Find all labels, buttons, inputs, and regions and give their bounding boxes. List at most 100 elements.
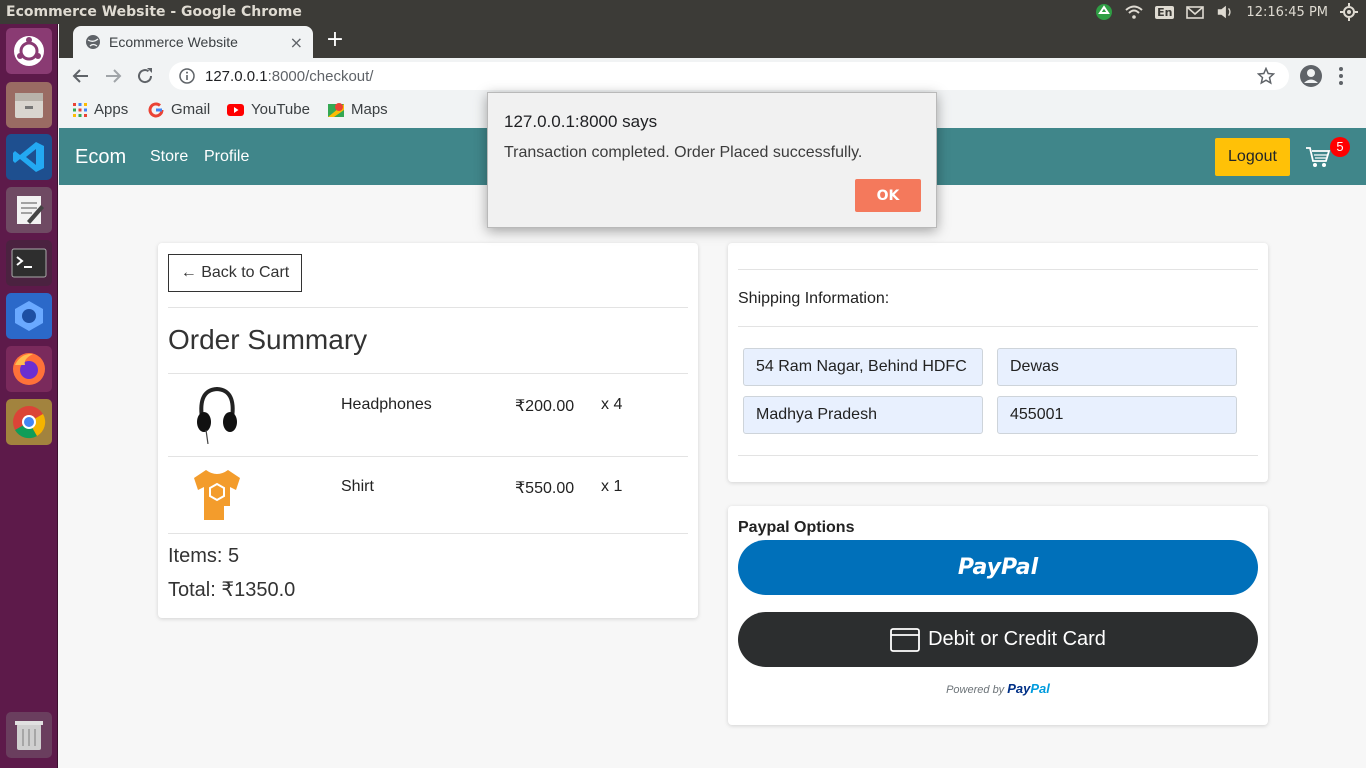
paypal-button-label: PayPal bbox=[957, 555, 1039, 580]
chrome-icon[interactable] bbox=[6, 399, 52, 445]
card-button-label: Debit or Credit Card bbox=[928, 628, 1106, 650]
settings-gear-icon[interactable] bbox=[1340, 3, 1358, 21]
divider bbox=[168, 456, 688, 457]
item-name: Shirt bbox=[341, 478, 374, 495]
order-summary-title: Order Summary bbox=[168, 324, 368, 355]
reload-icon[interactable] bbox=[132, 63, 158, 89]
terminal-icon[interactable] bbox=[6, 240, 52, 286]
forward-arrow-icon[interactable] bbox=[100, 63, 126, 89]
item-quantity: x 1 bbox=[601, 478, 623, 495]
shirt-image bbox=[194, 470, 240, 520]
url-text: 127.0.0.1:8000/checkout/ bbox=[205, 68, 373, 85]
paypal-options-label: Paypal Options bbox=[738, 519, 855, 536]
cart-count-badge: 5 bbox=[1330, 137, 1350, 157]
divider bbox=[168, 373, 688, 374]
keyboard-layout[interactable]: En bbox=[1155, 5, 1175, 19]
divider bbox=[168, 307, 688, 308]
powered-by-paypal: Powered by PayPal bbox=[728, 681, 1268, 696]
bookmark-youtube[interactable]: YouTube bbox=[227, 101, 310, 118]
payment-card: Paypal Options PayPal Debit or Credit Ca… bbox=[728, 506, 1268, 725]
system-tray: En 12:16:45 PM bbox=[1095, 0, 1358, 24]
bookmark-label: Apps bbox=[94, 101, 129, 118]
tab-active[interactable]: Ecommerce Website × bbox=[73, 26, 313, 58]
bookmark-apps[interactable]: Apps bbox=[73, 101, 128, 118]
ubuntu-dash-icon[interactable] bbox=[6, 28, 52, 74]
divider bbox=[738, 269, 1258, 270]
cart-icon[interactable] bbox=[1305, 146, 1331, 168]
tab-title: Ecommerce Website bbox=[109, 34, 238, 50]
mail-icon[interactable] bbox=[1186, 4, 1205, 20]
wifi-icon[interactable] bbox=[1125, 4, 1143, 20]
bookmark-star-icon[interactable] bbox=[1257, 67, 1275, 85]
debit-credit-card-button[interactable]: Debit or Credit Card bbox=[738, 612, 1258, 667]
item-name: Headphones bbox=[341, 396, 432, 413]
url-host: 127.0.0.1 bbox=[205, 67, 268, 85]
screenshot-icon[interactable] bbox=[6, 293, 52, 339]
logout-button[interactable]: Logout bbox=[1215, 138, 1290, 176]
text-editor-icon[interactable] bbox=[6, 187, 52, 233]
bookmark-label: Gmail bbox=[171, 101, 211, 118]
city-input[interactable]: Dewas bbox=[997, 348, 1237, 386]
dialog-title: 127.0.0.1:8000 says bbox=[504, 112, 658, 131]
launcher bbox=[0, 24, 58, 768]
maps-pin-icon bbox=[328, 102, 344, 117]
youtube-icon bbox=[227, 103, 244, 116]
items-count: Items: 5 bbox=[168, 545, 240, 567]
back-arrow-icon[interactable] bbox=[68, 63, 94, 89]
bookmark-label: YouTube bbox=[251, 101, 310, 118]
divider bbox=[738, 455, 1258, 456]
nav-store-link[interactable]: Store bbox=[150, 148, 188, 166]
google-g-icon bbox=[148, 101, 164, 117]
address-bar[interactable]: 127.0.0.1:8000/checkout/ bbox=[169, 62, 1289, 90]
item-price: ₹200.00 bbox=[515, 398, 575, 415]
window-title: Ecommerce Website - Google Chrome bbox=[6, 4, 302, 20]
paypal-button[interactable]: PayPal bbox=[738, 540, 1258, 595]
trash-icon[interactable] bbox=[6, 712, 52, 758]
state-input[interactable]: Madhya Pradesh bbox=[743, 396, 983, 434]
chrome-menu-icon[interactable] bbox=[1337, 65, 1345, 87]
paypal-logo-pal: Pal bbox=[1030, 681, 1050, 696]
top-panel: Ecommerce Website - Google Chrome En 12:… bbox=[0, 0, 1366, 24]
order-total: Total: ₹1350.0 bbox=[168, 579, 296, 601]
tab-strip: Ecommerce Website × + bbox=[59, 24, 1366, 58]
back-to-cart-button[interactable]: ← Back to Cart bbox=[168, 254, 302, 292]
address-input[interactable]: 54 Ram Nagar, Behind HDFC bbox=[743, 348, 983, 386]
browser-toolbar: 127.0.0.1:8000/checkout/ bbox=[59, 58, 1366, 94]
cart-row: Headphones ₹200.00 x 4 bbox=[168, 378, 688, 456]
headphones-image bbox=[197, 386, 237, 444]
files-icon[interactable] bbox=[6, 82, 52, 128]
globe-icon bbox=[86, 35, 100, 49]
close-tab-icon[interactable]: × bbox=[290, 33, 303, 52]
paypal-logo-pay: Pay bbox=[1007, 681, 1031, 696]
clock[interactable]: 12:16:45 PM bbox=[1246, 5, 1328, 20]
cart-row: Shirt ₹550.00 x 1 bbox=[168, 460, 688, 538]
divider bbox=[738, 326, 1258, 327]
vscode-icon[interactable] bbox=[6, 134, 52, 180]
recycle-icon[interactable] bbox=[1095, 4, 1113, 20]
volume-icon[interactable] bbox=[1216, 4, 1234, 20]
firefox-icon[interactable] bbox=[6, 346, 52, 392]
divider bbox=[168, 533, 688, 534]
brand-link[interactable]: Ecom bbox=[75, 146, 126, 169]
url-path: :8000/checkout/ bbox=[267, 67, 374, 85]
shipping-info-label: Shipping Information: bbox=[738, 290, 890, 307]
powered-by-text: Powered by bbox=[946, 684, 1005, 696]
new-tab-button[interactable]: + bbox=[323, 28, 347, 52]
item-price: ₹550.00 bbox=[515, 480, 575, 497]
paypal-logo: PayPal bbox=[1007, 681, 1050, 696]
nav-profile-link[interactable]: Profile bbox=[204, 148, 249, 166]
info-icon[interactable] bbox=[179, 68, 195, 84]
credit-card-icon bbox=[890, 627, 920, 652]
dialog-message: Transaction completed. Order Placed succ… bbox=[504, 144, 863, 161]
profile-avatar-icon[interactable] bbox=[1299, 64, 1323, 88]
ok-button[interactable]: OK bbox=[855, 179, 921, 212]
order-summary-card: ← Back to Cart Order Summary Headphones … bbox=[158, 243, 698, 618]
bookmark-maps[interactable]: Maps bbox=[328, 101, 388, 118]
item-quantity: x 4 bbox=[601, 396, 623, 413]
alert-dialog: 127.0.0.1:8000 says Transaction complete… bbox=[487, 92, 937, 228]
bookmark-label: Maps bbox=[351, 101, 388, 118]
apps-grid-icon bbox=[73, 102, 87, 117]
zipcode-input[interactable]: 455001 bbox=[997, 396, 1237, 434]
shipping-card: Shipping Information: 54 Ram Nagar, Behi… bbox=[728, 243, 1268, 482]
bookmark-gmail[interactable]: Gmail bbox=[148, 101, 210, 118]
